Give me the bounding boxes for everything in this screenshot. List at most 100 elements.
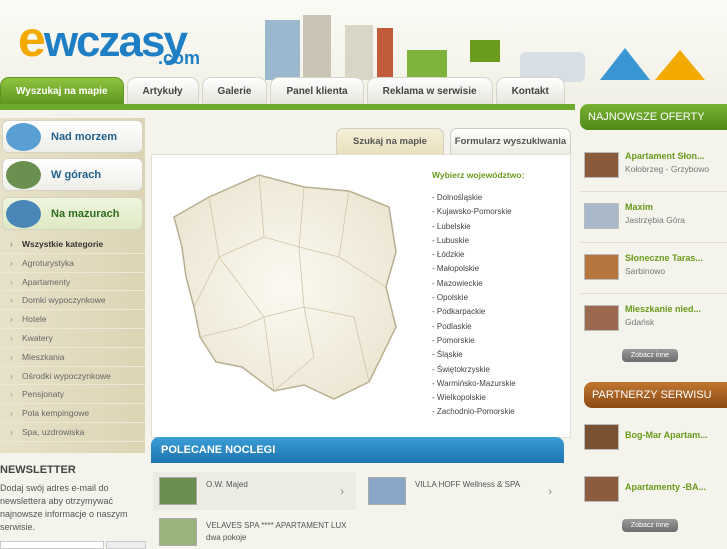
partner-item[interactable]: Apartamenty -BA... [580, 468, 727, 516]
offer-name: VILLA HOFF Wellness & SPA [415, 480, 521, 489]
offer-location: Kołobrzeg - Grzybowo [625, 164, 710, 174]
sea-thumbnail [6, 123, 41, 151]
newest-offer[interactable]: Maxim Jastrzębia Góra [580, 195, 727, 243]
newsletter: NEWSLETTER Dodaj swój adres e-mail do ne… [0, 464, 150, 549]
category-label: Na mazurach [51, 208, 120, 220]
category-item[interactable]: Domki wypoczynkowe [0, 291, 145, 311]
newsletter-email-input[interactable] [0, 541, 104, 549]
header: ewczasy .com Wyszukaj na mapie Artykuły … [0, 0, 727, 105]
category-label: W górach [51, 169, 102, 181]
nav-underline [0, 104, 575, 110]
voivodeship-link[interactable]: - Dolnośląskie [432, 193, 516, 207]
newest-offer[interactable]: Słoneczne Taras... Sarbinowo [580, 246, 727, 294]
newest-offer[interactable]: Mieszkanie nied... Gdańsk [580, 297, 727, 345]
lakes-thumbnail [6, 200, 41, 228]
search-panel: Szukaj na mapie Formularz wyszukiwania W… [151, 118, 571, 438]
category-mountains-button[interactable]: W górach [2, 158, 143, 191]
category-item[interactable]: Mieszkania [0, 348, 145, 367]
tab-contact[interactable]: Kontakt [495, 77, 565, 104]
category-item[interactable]: Wszystkie kategorie [0, 235, 145, 254]
voivodeship-link[interactable]: - Świętokrzyskie [432, 365, 516, 379]
mountains-thumbnail [6, 161, 41, 189]
offer-name: VELAVES SPA **** APARTAMENT LUX dwa poko… [206, 521, 347, 542]
tab-client-panel[interactable]: Panel klienta [270, 77, 364, 104]
logo-e: e [18, 11, 46, 67]
tab-search-map[interactable]: Szukaj na mapie [336, 128, 444, 154]
newest-offers-header: NAJNOWSZE OFERTY [580, 104, 727, 130]
partner-thumbnail [584, 476, 619, 502]
partner-name: Bog-Mar Apartam... [625, 430, 708, 440]
offer-name: Słoneczne Taras... [625, 253, 703, 263]
see-more-button[interactable]: Zobacz inne [622, 349, 678, 362]
voivodeship-link[interactable]: - Wielkopolskie [432, 393, 516, 407]
offer-thumbnail [368, 477, 406, 505]
offer-location: Jastrzębia Góra [625, 215, 685, 225]
chevron-right-icon: › [548, 486, 552, 498]
right-sidebar: NAJNOWSZE OFERTY Apartament Słon... Kołob… [578, 104, 727, 545]
recommended-offer[interactable]: VELAVES SPA **** APARTAMENT LUX dwa poko… [153, 513, 356, 546]
offer-thumbnail [584, 152, 619, 178]
offer-thumbnail [159, 477, 197, 505]
category-item[interactable]: Hotele [0, 310, 145, 329]
voivodeship-link[interactable]: - Podkarpackie [432, 307, 516, 321]
voivodeship-link[interactable]: - Zachodnio-Pomorskie [432, 407, 516, 421]
voivodeship-link[interactable]: - Podlaskie [432, 322, 516, 336]
recommended-header: POLECANE NOCLEGI [151, 437, 564, 463]
category-item[interactable]: Pola kempingowe [0, 404, 145, 423]
voivodeship-link[interactable]: - Opolskie [432, 293, 516, 307]
newsletter-submit-button[interactable] [106, 541, 146, 549]
voivodeship-link[interactable]: - Warmińsko-Mazurskie [432, 379, 516, 393]
offer-name: O.W. Majed [206, 480, 248, 489]
offer-thumbnail [584, 203, 619, 229]
left-sidebar: Nad morzem W górach Na mazurach Wszystki… [0, 118, 145, 453]
newest-offer[interactable]: Apartament Słon... Kołobrzeg - Grzybowo [580, 144, 727, 192]
recommended-offer[interactable]: VILLA HOFF Wellness & SPA › [362, 472, 564, 510]
poland-map[interactable] [164, 167, 404, 407]
category-item[interactable]: Ośrodki wypoczynkowe [0, 367, 145, 386]
voivodeship-link[interactable]: - Małopolskie [432, 264, 516, 278]
chevron-right-icon: › [340, 486, 344, 498]
offer-thumbnail [584, 254, 619, 280]
voivodeship-link[interactable]: - Lubelskie [432, 222, 516, 236]
main-nav: Wyszukaj na mapie Artykuły Galerie Panel… [0, 77, 568, 104]
offer-thumbnail [159, 518, 197, 546]
voivodeship-link[interactable]: - Śląskie [432, 350, 516, 364]
category-item[interactable]: Kwatery [0, 329, 145, 348]
voivodeship-title: Wybierz województwo: [432, 170, 525, 180]
map-panel: Wybierz województwo: - Dolnośląskie - Ku… [151, 154, 571, 438]
voivodeship-link[interactable]: - Mazowieckie [432, 279, 516, 293]
recommended-offer[interactable]: O.W. Majed › [153, 472, 356, 510]
newsletter-title: NEWSLETTER [0, 464, 76, 476]
category-list: Wszystkie kategorie Agroturystyka Aparta… [0, 235, 145, 442]
tab-map-search[interactable]: Wyszukaj na mapie [0, 77, 124, 104]
category-item[interactable]: Pensjonaty [0, 385, 145, 405]
tab-articles[interactable]: Artykuły [126, 77, 199, 104]
offer-name: Mieszkanie nied... [625, 304, 702, 314]
offer-name: Maxim [625, 202, 654, 212]
tab-advertising[interactable]: Reklama w serwisie [366, 77, 493, 104]
partner-name: Apartamenty -BA... [625, 482, 707, 492]
partners-header: PARTNERZY SERWISU [584, 382, 727, 408]
category-item[interactable]: Apartamenty [0, 273, 145, 292]
category-lakes-button[interactable]: Na mazurach [2, 197, 143, 230]
category-item[interactable]: Spa, uzdrowiska [0, 423, 145, 442]
offer-name: Apartament Słon... [625, 151, 705, 161]
tab-search-form[interactable]: Formularz wyszukiwania [450, 128, 571, 154]
category-item[interactable]: Agroturystyka [0, 254, 145, 273]
offer-location: Gdańsk [625, 317, 655, 327]
newsletter-text: Dodaj swój adres e-mail do newslettera a… [0, 483, 128, 532]
voivodeship-link[interactable]: - Kujawsko-Pomorskie [432, 207, 516, 221]
partner-thumbnail [584, 424, 619, 450]
voivodeship-link[interactable]: - Pomorskie [432, 336, 516, 350]
offer-thumbnail [584, 305, 619, 331]
logo-domain: .com [158, 48, 201, 68]
partner-item[interactable]: Bog-Mar Apartam... [580, 416, 727, 464]
voivodeship-list: - Dolnośląskie - Kujawsko-Pomorskie - Lu… [432, 193, 516, 422]
tab-galleries[interactable]: Galerie [201, 77, 268, 104]
see-more-button[interactable]: Zobacz inne [622, 519, 678, 532]
offer-location: Sarbinowo [625, 266, 666, 276]
category-sea-button[interactable]: Nad morzem [2, 120, 143, 153]
category-label: Nad morzem [51, 131, 118, 143]
voivodeship-link[interactable]: - Łódzkie [432, 250, 516, 264]
voivodeship-link[interactable]: - Lubuskie [432, 236, 516, 250]
